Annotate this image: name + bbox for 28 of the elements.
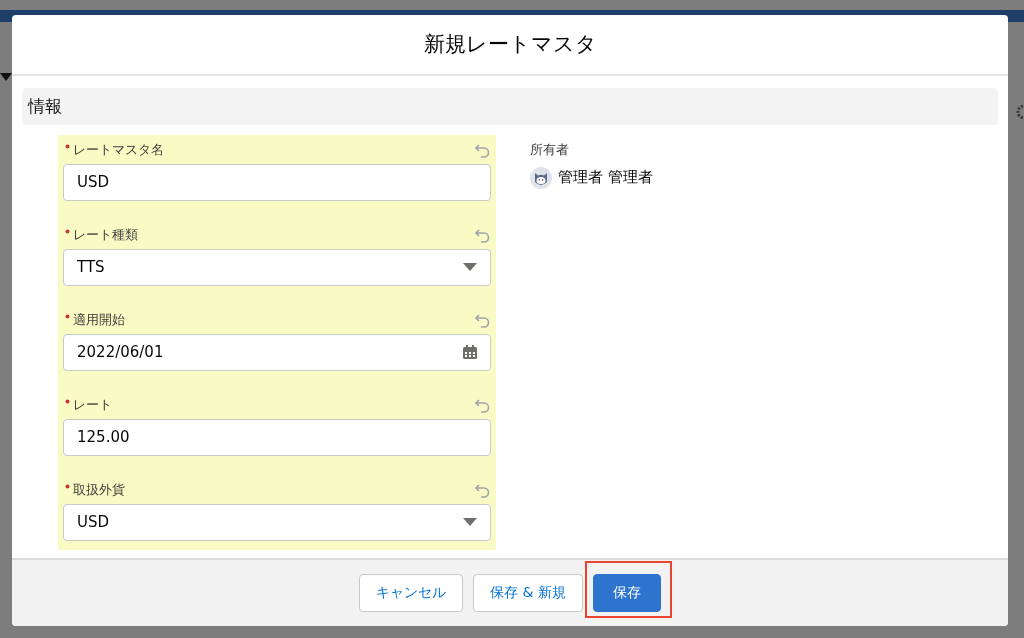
cancel-button[interactable]: キャンセル <box>359 573 464 612</box>
modal-title: 新規レートマスタ <box>423 31 597 59</box>
field-label: 適用開始 <box>73 310 125 329</box>
gear-icon <box>1014 105 1024 119</box>
field-label: レート <box>73 395 112 414</box>
field-label: 取扱外貨 <box>73 480 125 499</box>
calendar-icon <box>463 345 477 360</box>
owner-link[interactable]: 管理者 管理者 <box>558 168 653 188</box>
save-and-new-button[interactable]: 保存 & 新規 <box>473 573 583 612</box>
input-field[interactable]: 125.00 <box>63 418 491 456</box>
field-label: 所有者 <box>530 140 570 159</box>
field-label: レートマスタ名 <box>73 140 164 159</box>
caret-icon <box>463 263 477 272</box>
undo-icon[interactable] <box>475 396 490 413</box>
caret-icon <box>0 73 12 81</box>
date-field[interactable]: 2022/06/01 <box>63 333 491 371</box>
select-field[interactable]: TTS <box>63 248 491 286</box>
section-title: 情報 <box>28 94 62 118</box>
caret-icon <box>463 518 477 527</box>
save-button[interactable]: 保存 <box>592 573 661 612</box>
avatar-icon <box>530 166 552 189</box>
undo-icon[interactable] <box>475 141 490 158</box>
undo-icon[interactable] <box>475 226 490 243</box>
undo-icon[interactable] <box>475 481 490 498</box>
field-label: レート種類 <box>73 225 138 244</box>
input-field[interactable]: USD <box>63 163 491 201</box>
select-field[interactable]: USD <box>63 503 491 541</box>
undo-icon[interactable] <box>475 311 490 328</box>
